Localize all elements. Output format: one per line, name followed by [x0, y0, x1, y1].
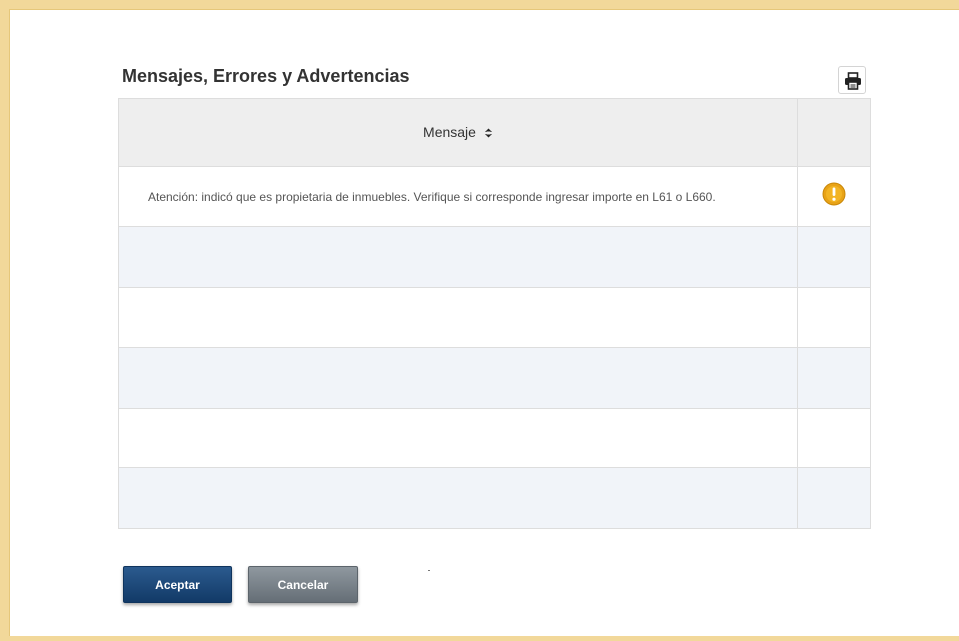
message-cell — [118, 226, 798, 288]
frame-left-border — [0, 0, 9, 641]
warning-icon — [822, 182, 846, 211]
message-cell — [118, 347, 798, 409]
table-row — [118, 408, 871, 468]
table-row — [118, 347, 871, 409]
table-row — [118, 226, 871, 288]
table-header-row: Mensaje — [118, 98, 871, 167]
status-cell — [797, 347, 871, 409]
accept-button[interactable]: Aceptar — [123, 566, 232, 603]
status-cell — [797, 226, 871, 288]
table-row — [118, 467, 871, 529]
status-cell — [797, 166, 871, 227]
cancel-button[interactable]: Cancelar — [248, 566, 358, 603]
column-header-status — [797, 98, 871, 167]
frame-inner-left-line — [9, 9, 10, 636]
frame-inner-top-line — [9, 9, 959, 10]
message-cell — [118, 287, 798, 348]
column-header-label: Mensaje — [423, 123, 476, 140]
frame-bottom-border — [0, 636, 959, 641]
table-row — [118, 287, 871, 348]
message-text: Atención: indicó que es propietaria de i… — [148, 189, 716, 204]
stray-dot — [428, 570, 430, 571]
status-cell — [797, 287, 871, 348]
status-cell — [797, 408, 871, 468]
message-cell — [118, 408, 798, 468]
sort-toggle-icon[interactable] — [484, 125, 493, 141]
message-cell — [118, 467, 798, 529]
column-header-mensaje[interactable]: Mensaje — [118, 98, 798, 167]
frame-top-border — [0, 0, 959, 9]
table-row: Atención: indicó que es propietaria de i… — [118, 166, 871, 227]
messages-table: Mensaje Atención: indicó que es propieta… — [118, 98, 871, 529]
message-cell: Atención: indicó que es propietaria de i… — [118, 166, 798, 227]
printer-icon — [845, 72, 861, 90]
dialog-title: Mensajes, Errores y Advertencias — [122, 66, 410, 86]
status-cell — [797, 467, 871, 529]
print-button[interactable] — [838, 66, 866, 94]
